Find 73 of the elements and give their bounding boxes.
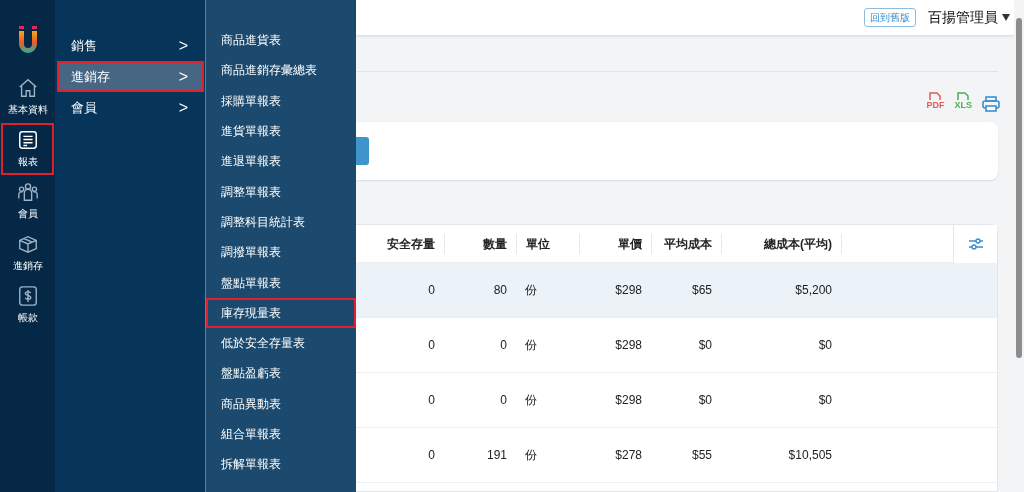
column-header[interactable]: 數量 xyxy=(445,233,517,254)
column-header[interactable]: 平均成本 xyxy=(652,233,722,254)
settings-button[interactable] xyxy=(953,224,997,263)
column-header[interactable]: 安全存量 xyxy=(375,233,445,254)
table-cell-text: 份 xyxy=(524,337,538,354)
table-cell-text: $0 xyxy=(817,337,833,354)
submenu-item[interactable]: 進貨單報表 xyxy=(206,115,356,147)
submenu-item[interactable]: 庫存現量表 xyxy=(206,297,356,328)
table-cell-text: 0 xyxy=(499,337,508,354)
submenu-item[interactable]: 調整科目統計表 xyxy=(206,206,356,238)
table-row[interactable]: 0 0 份 $298 $0 $0 xyxy=(356,318,997,373)
table-row[interactable]: 0 80 份 $298 $65 $5,200 xyxy=(356,263,997,318)
file-icon xyxy=(929,92,942,100)
print-icon[interactable] xyxy=(982,96,1000,112)
chevron-icon: > xyxy=(178,33,188,58)
table-cell-text: 0 xyxy=(427,447,436,464)
submenu-item[interactable]: 商品進貨表 xyxy=(206,25,356,56)
submenu-item[interactable]: 調整單報表 xyxy=(206,176,356,207)
sidebar-item[interactable]: 會員 xyxy=(1,175,54,227)
table-cell-text: $0 xyxy=(817,392,833,409)
table-cell-text: 80 xyxy=(492,282,508,299)
chevron-icon: > xyxy=(178,95,188,120)
table-row[interactable]: 0 191 份 $278 $55 $10,505 xyxy=(356,428,997,483)
table-cell-text: $5,200 xyxy=(794,282,833,299)
menu-item[interactable]: 會員 > xyxy=(57,92,204,123)
sidebar-item[interactable]: 基本資料 xyxy=(1,71,54,123)
table-cell-text: $0 xyxy=(697,392,713,409)
column-header[interactable]: 總成本(平均) xyxy=(722,233,842,254)
column-header[interactable]: 單位 xyxy=(517,233,580,254)
submenu-item[interactable]: 組合單報表 xyxy=(206,418,356,450)
submenu-item[interactable]: 商品進銷存彙總表 xyxy=(206,55,356,86)
file-icon xyxy=(957,92,970,100)
sidebar-item[interactable]: 進銷存 xyxy=(1,227,54,279)
submenu-item[interactable]: 盤點單報表 xyxy=(206,267,356,298)
menu-item[interactable]: 進銷存 > xyxy=(57,61,204,92)
submenu-item[interactable]: 調撥單報表 xyxy=(206,237,356,268)
table-cell-text: $65 xyxy=(690,282,713,299)
menu-item[interactable]: 銷售 > xyxy=(57,30,204,61)
table-cell-text: 0 xyxy=(427,392,436,409)
table-cell-text: 份 xyxy=(524,282,538,299)
table-cell-text: 份 xyxy=(524,447,538,464)
sidebar-item[interactable]: 報表 xyxy=(1,123,54,175)
document-icon xyxy=(16,129,39,151)
table-cell-text: $0 xyxy=(697,337,713,354)
table-cell-text: $278 xyxy=(614,447,643,464)
logo-icon xyxy=(17,26,38,53)
table-cell-text: 0 xyxy=(427,337,436,354)
home-icon xyxy=(16,77,39,99)
table-cell-text: 191 xyxy=(485,447,508,464)
legacy-button[interactable]: 回到舊版 xyxy=(864,8,916,27)
table-cell-text: $298 xyxy=(614,337,643,354)
chevron-icon: > xyxy=(178,64,188,89)
table-cell-text: 0 xyxy=(499,392,508,409)
table-row[interactable]: 0 0 份 $298 $0 $0 xyxy=(356,373,997,428)
user-menu[interactable]: 百揚管理員 xyxy=(928,7,998,28)
sidebar-item[interactable]: 帳款 xyxy=(1,279,54,331)
table-cell-text: 份 xyxy=(524,392,538,409)
table-cell-text: $298 xyxy=(614,392,643,409)
submenu-item[interactable]: 盤點盈虧表 xyxy=(206,358,356,389)
table-cell-text: 0 xyxy=(427,282,436,299)
table-cell-text: $298 xyxy=(614,282,643,299)
table-cell-text: $10,505 xyxy=(787,447,833,464)
submenu-item[interactable]: 採購單報表 xyxy=(206,85,356,116)
people-icon xyxy=(16,181,39,203)
sliders-icon xyxy=(967,236,984,251)
dollar-icon xyxy=(16,285,39,307)
submenu-item[interactable]: 進退單報表 xyxy=(206,146,356,177)
table-cell-text: $55 xyxy=(690,447,713,464)
box-icon xyxy=(16,233,39,255)
submenu-item[interactable]: 商品異動表 xyxy=(206,388,356,419)
submenu-item[interactable]: 拆解單報表 xyxy=(206,449,356,480)
submenu-item[interactable]: 低於安全存量表 xyxy=(206,327,356,359)
column-header[interactable]: 單價 xyxy=(580,233,652,254)
